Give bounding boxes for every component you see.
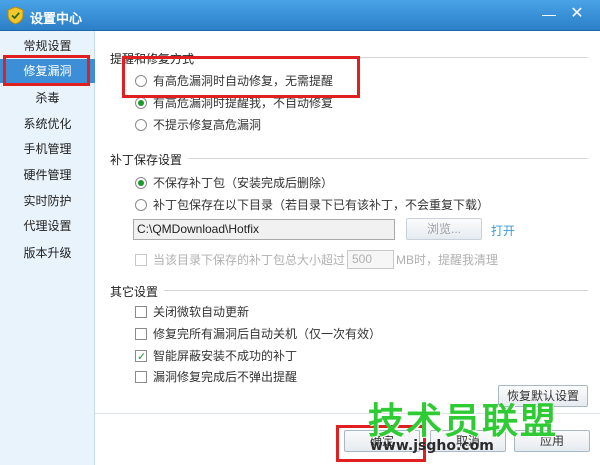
checkbox[interactable] [135,371,147,383]
highlight-box-sidebar [3,55,90,86]
section-divider [110,290,588,291]
checkbox-label: 当该目录下保存的补丁包总大小超过 [153,253,346,267]
radio-no-remind[interactable]: 不提示修复高危漏洞 [135,116,365,134]
close-icon[interactable]: ✕ [566,4,588,24]
checkbox[interactable] [135,306,147,318]
highlight-box-auto-repair [122,56,360,98]
sidebar-item-system-optimize[interactable]: 系统优化 [0,112,95,136]
checkbox-label: 修复完所有漏洞后自动关机（仅一次有效） [153,327,382,341]
shield-logo-icon [7,6,24,25]
checkbox[interactable] [135,328,147,340]
radio-button-selected[interactable] [135,177,147,189]
patch-save-heading: 补丁保存设置 [110,151,189,168]
checkbox-smart-block[interactable]: 智能屏蔽安装不成功的补丁 [135,347,335,366]
checkbox-cleanup-remind[interactable]: 当该目录下保存的补丁包总大小超过 [135,251,345,269]
checkbox-label: 漏洞修复完成后不弹出提醒 [153,370,298,384]
minimize-icon[interactable]: — [538,4,560,24]
browse-button[interactable]: 浏览... [406,218,482,240]
radio-button[interactable] [135,199,147,211]
sidebar-item-proxy[interactable]: 代理设置 [0,214,95,238]
checkbox[interactable] [135,254,147,266]
radio-label: 不提示修复高危漏洞 [153,118,262,132]
radio-button[interactable] [135,119,147,131]
sidebar-item-hardware[interactable]: 硬件管理 [0,163,95,187]
sidebar-item-phone[interactable]: 手机管理 [0,137,95,161]
sidebar-item-upgrade[interactable]: 版本升级 [0,241,95,265]
patch-dir-field[interactable]: C:\QMDownload\Hotfix [133,219,395,240]
window-title: 设置中心 [30,11,83,26]
settings-sidebar: 常规设置 修复漏洞 杀毒 系统优化 手机管理 硬件管理 实时防护 代理设置 版本… [0,31,95,465]
radio-label: 补丁包保存在以下目录（若目录下已有该补丁，不会重复下载） [153,198,490,212]
radio-button-selected[interactable] [135,97,147,109]
checkbox-checked[interactable] [135,348,147,366]
other-settings-heading: 其它设置 [110,283,165,300]
checkbox-auto-shutdown[interactable]: 修复完所有漏洞后自动关机（仅一次有效） [135,325,395,343]
checkbox-disable-ms-update[interactable]: 关闭微软自动更新 [135,303,315,321]
open-folder-link[interactable]: 打开 [491,222,515,239]
sidebar-item-realtime-protect[interactable]: 实时防护 [0,189,95,213]
radio-label: 不保存补丁包（安装完成后删除） [153,176,334,190]
watermark-url: www.jsgho.com [370,438,494,454]
checkbox-no-popup[interactable]: 漏洞修复完成后不弹出提醒 [135,368,335,386]
size-limit-field[interactable]: 500 [347,250,394,269]
watermark-logo: 技术员联盟 [368,401,559,442]
radio-no-save-patch[interactable]: 不保存补丁包（安装完成后删除） [135,174,395,192]
sidebar-item-antivirus[interactable]: 杀毒 [0,86,95,110]
cleanup-suffix-label: MB时，提醒我清理 [396,253,499,267]
title-bar: 设置中心 — ✕ [0,0,600,31]
checkbox-label: 关闭微软自动更新 [153,305,250,319]
cleanup-suffix: MB时，提醒我清理 [396,251,506,269]
radio-save-to-dir[interactable]: 补丁包保存在以下目录（若目录下已有该补丁，不会重复下载） [135,196,505,214]
checkbox-label: 智能屏蔽安装不成功的补丁 [153,349,298,363]
